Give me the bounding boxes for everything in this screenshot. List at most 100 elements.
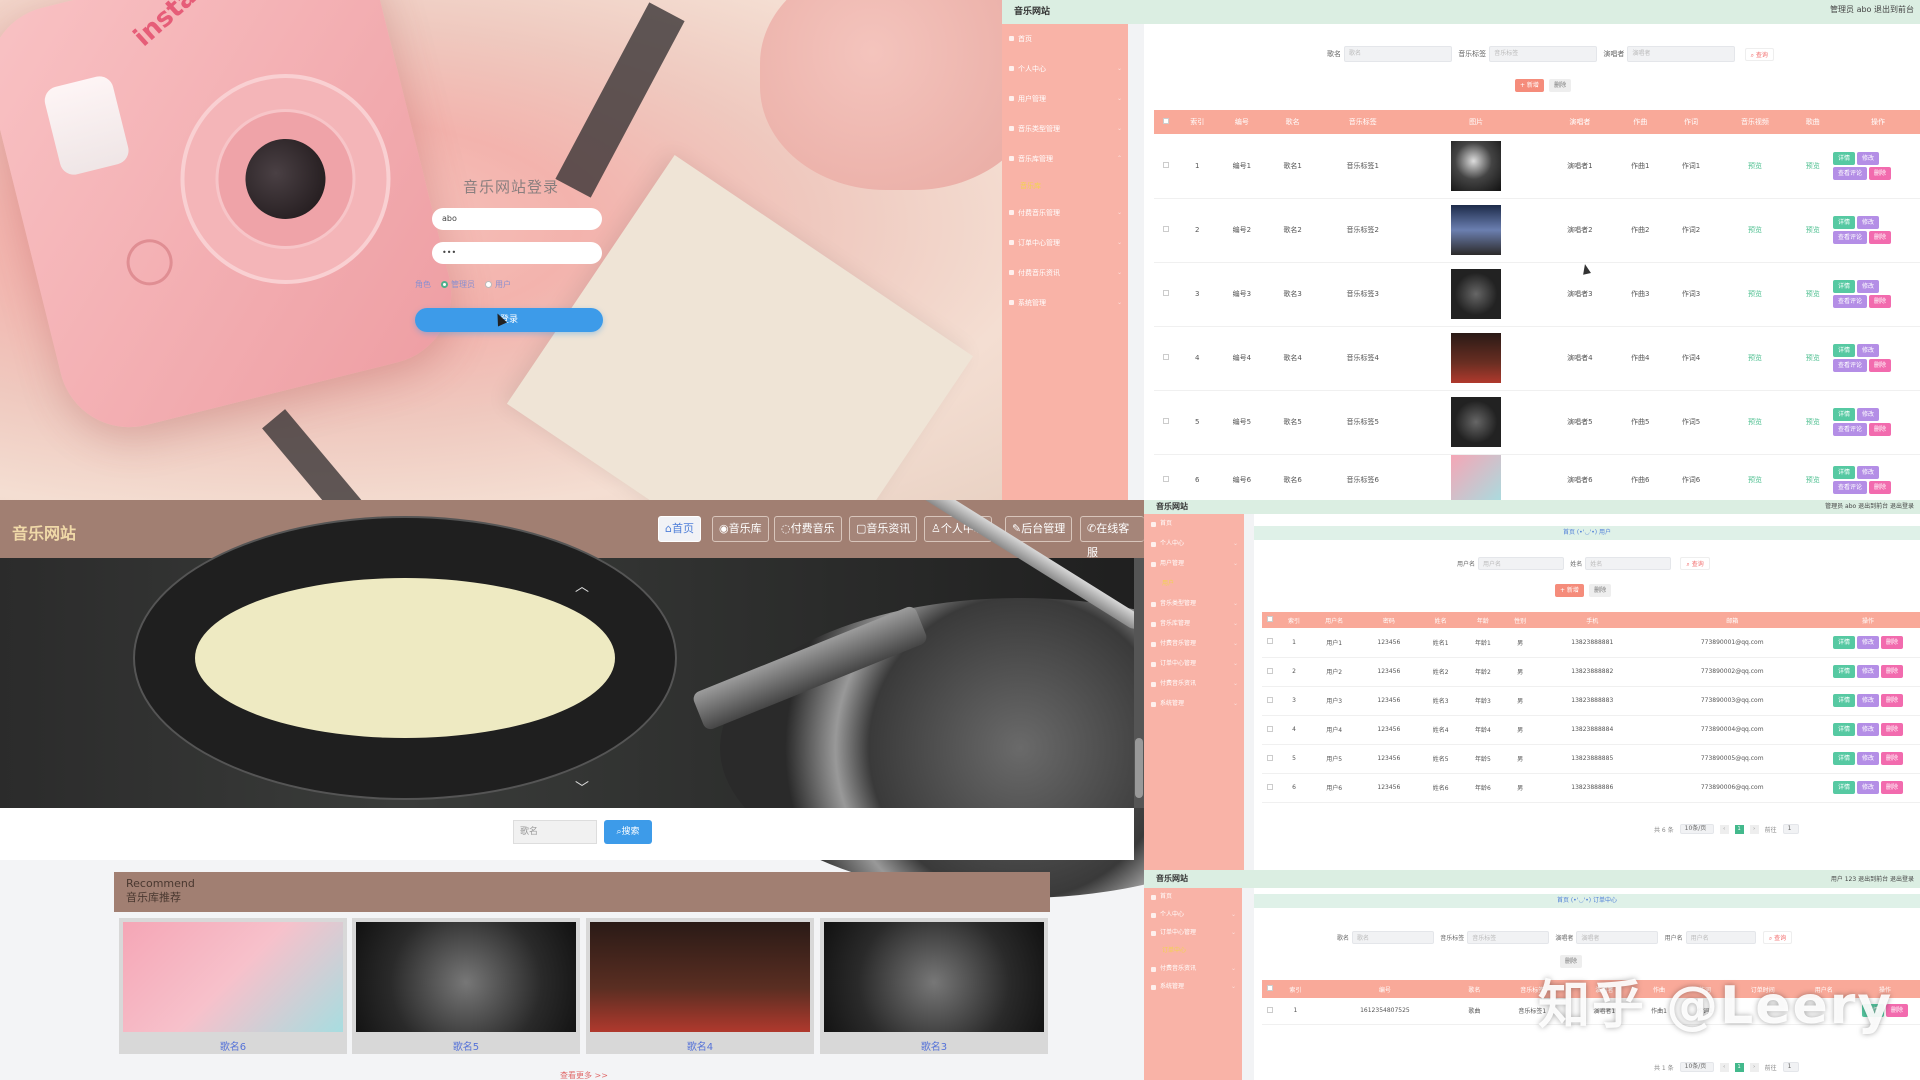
sidebar-item[interactable]: 订单中心管理 ⌄ [1144, 924, 1242, 942]
edit-button[interactable]: 修改 [1857, 151, 1880, 165]
edit-button[interactable]: 修改 [1857, 344, 1880, 357]
sidebar-item-news[interactable]: 付费音乐资讯 ⌄ [1002, 258, 1128, 288]
sidebar-item-orders[interactable]: 订单中心管理 ⌄ [1002, 228, 1128, 258]
song-name-input[interactable]: 歌名 [1352, 930, 1435, 944]
row-checkbox[interactable] [1267, 638, 1273, 645]
row-checkbox[interactable] [1267, 725, 1273, 732]
edit-button[interactable]: 修改 [1856, 665, 1879, 678]
delete-button[interactable]: 删除 [1881, 665, 1904, 678]
view-comments-button[interactable]: 查看评论 [1833, 480, 1868, 494]
admin-user-info[interactable]: 管理员 abo 退出到前台 退出登录 [1825, 501, 1914, 510]
tag-input[interactable]: 音乐标签 [1467, 930, 1550, 944]
row-checkbox[interactable] [1163, 354, 1169, 360]
sidebar-item[interactable]: 用户管理 ⌄ [1144, 554, 1244, 574]
sidebar-item[interactable]: 系统管理 ⌄ [1144, 978, 1242, 996]
detail-button[interactable]: 详情 [1833, 344, 1856, 357]
detail-button[interactable]: 详情 [1832, 635, 1855, 649]
nav-service[interactable]: ✆在线客服 [1080, 516, 1144, 559]
nav-home[interactable]: ⌂首页 [658, 516, 701, 542]
song-preview-link[interactable]: 预览 [1793, 390, 1832, 455]
page-size-select[interactable]: 10条/页 [1679, 824, 1714, 834]
song-card[interactable]: 歌名6 [119, 918, 347, 1054]
name-search-input[interactable]: 姓名 [1585, 556, 1672, 570]
detail-button[interactable]: 详情 [1832, 723, 1855, 736]
singer-input[interactable]: 演唱者 [1627, 46, 1736, 62]
edit-button[interactable]: 修改 [1856, 723, 1879, 736]
batch-delete-button[interactable]: 删除 [1549, 79, 1572, 92]
song-preview-link[interactable]: 预览 [1793, 326, 1832, 391]
username-search-input[interactable]: 用户名 [1478, 556, 1565, 570]
page-size-select[interactable]: 10条/页 [1679, 1062, 1714, 1072]
video-preview-link[interactable]: 预览 [1716, 326, 1794, 391]
detail-button[interactable]: 详情 [1833, 151, 1856, 165]
login-button[interactable]: 登录 [415, 308, 603, 332]
delete-button[interactable]: 删除 [1869, 166, 1892, 180]
next-page-button[interactable]: › [1749, 1062, 1759, 1072]
view-comments-button[interactable]: 查看评论 [1833, 231, 1868, 244]
row-checkbox[interactable] [1267, 783, 1273, 790]
delete-button[interactable]: 删除 [1881, 781, 1904, 794]
video-preview-link[interactable]: 预览 [1716, 134, 1794, 199]
edit-button[interactable]: 修改 [1856, 781, 1879, 794]
sidebar-item-system[interactable]: 系统管理 ⌄ [1002, 288, 1128, 318]
video-preview-link[interactable]: 预览 [1716, 454, 1794, 500]
delete-button[interactable]: 删除 [1869, 480, 1892, 494]
sidebar-item-library[interactable]: 音乐库 [1002, 174, 1128, 198]
video-preview-link[interactable]: 预览 [1716, 390, 1794, 455]
password-input[interactable]: ••• [432, 242, 602, 264]
sidebar-item-music-types[interactable]: 音乐类型管理 ⌄ [1002, 114, 1128, 144]
scrollbar[interactable] [1134, 558, 1144, 808]
query-button[interactable]: ⌕ 查询 [1680, 557, 1710, 570]
nav-library[interactable]: ◉音乐库 [712, 516, 769, 542]
view-comments-button[interactable]: 查看评论 [1833, 359, 1868, 372]
query-button[interactable]: ⌕ 查询 [1762, 931, 1793, 944]
video-preview-link[interactable]: 预览 [1716, 262, 1794, 327]
song-card[interactable]: 歌名4 [586, 918, 814, 1054]
chevron-up-icon[interactable]: ︿ [575, 576, 589, 596]
row-checkbox[interactable] [1267, 1006, 1273, 1013]
song-preview-link[interactable]: 预览 [1793, 454, 1832, 500]
view-comments-button[interactable]: 查看评论 [1833, 423, 1868, 436]
detail-button[interactable]: 详情 [1832, 694, 1855, 707]
add-button[interactable]: + 新增 [1515, 79, 1544, 92]
sidebar-item[interactable]: 音乐库管理 ⌄ [1144, 614, 1244, 634]
song-preview-link[interactable]: 预览 [1793, 134, 1832, 199]
row-checkbox[interactable] [1267, 754, 1273, 761]
sidebar-item[interactable]: 音乐类型管理 ⌄ [1144, 594, 1244, 614]
sidebar-item[interactable]: 用户 [1144, 574, 1244, 594]
page-1-button[interactable]: 1 [1734, 1062, 1744, 1072]
edit-button[interactable]: 修改 [1857, 216, 1880, 229]
username-search-input[interactable]: 用户名 [1685, 930, 1756, 944]
edit-button[interactable]: 修改 [1856, 752, 1879, 765]
view-comments-button[interactable]: 查看评论 [1833, 166, 1868, 180]
delete-button[interactable]: 删除 [1869, 231, 1892, 244]
sidebar-item[interactable]: 首页 [1144, 514, 1244, 534]
next-page-button[interactable]: › [1749, 824, 1759, 834]
row-checkbox[interactable] [1163, 161, 1169, 168]
role-user-radio[interactable]: 用户 [485, 279, 511, 290]
select-all-checkbox[interactable] [1267, 616, 1273, 622]
site-search-button[interactable]: ⌕搜索 [604, 820, 652, 844]
row-checkbox[interactable] [1163, 226, 1169, 232]
prev-page-button[interactable]: ‹ [1719, 1062, 1729, 1072]
sidebar-item[interactable]: 订单中心 [1144, 942, 1242, 960]
prev-page-button[interactable]: ‹ [1719, 824, 1729, 834]
edit-button[interactable]: 修改 [1856, 635, 1879, 649]
delete-button[interactable]: 删除 [1881, 723, 1904, 736]
sidebar-item[interactable]: 订单中心管理 ⌄ [1144, 654, 1244, 674]
sidebar-item[interactable]: 个人中心 ⌄ [1144, 534, 1244, 554]
admin-user-info[interactable]: 用户 123 退出到前台 退出登录 [1831, 874, 1914, 883]
detail-button[interactable]: 详情 [1832, 781, 1855, 794]
row-checkbox[interactable] [1163, 475, 1169, 482]
view-more-link[interactable]: 查看更多 >> [560, 1070, 608, 1080]
query-button[interactable]: ⌕ 查询 [1744, 48, 1774, 61]
detail-button[interactable]: 详情 [1833, 465, 1856, 479]
detail-button[interactable]: 详情 [1833, 408, 1856, 421]
row-checkbox[interactable] [1267, 696, 1273, 703]
tag-input[interactable]: 音乐标签 [1489, 46, 1598, 62]
goto-page-input[interactable]: 1 [1782, 1062, 1799, 1072]
sidebar-item[interactable]: 付费音乐资讯 ⌄ [1144, 674, 1244, 694]
edit-button[interactable]: 修改 [1857, 408, 1880, 421]
nav-news[interactable]: ▢音乐资讯 [849, 516, 918, 542]
sidebar-item-users[interactable]: 用户管理 ⌄ [1002, 84, 1128, 114]
